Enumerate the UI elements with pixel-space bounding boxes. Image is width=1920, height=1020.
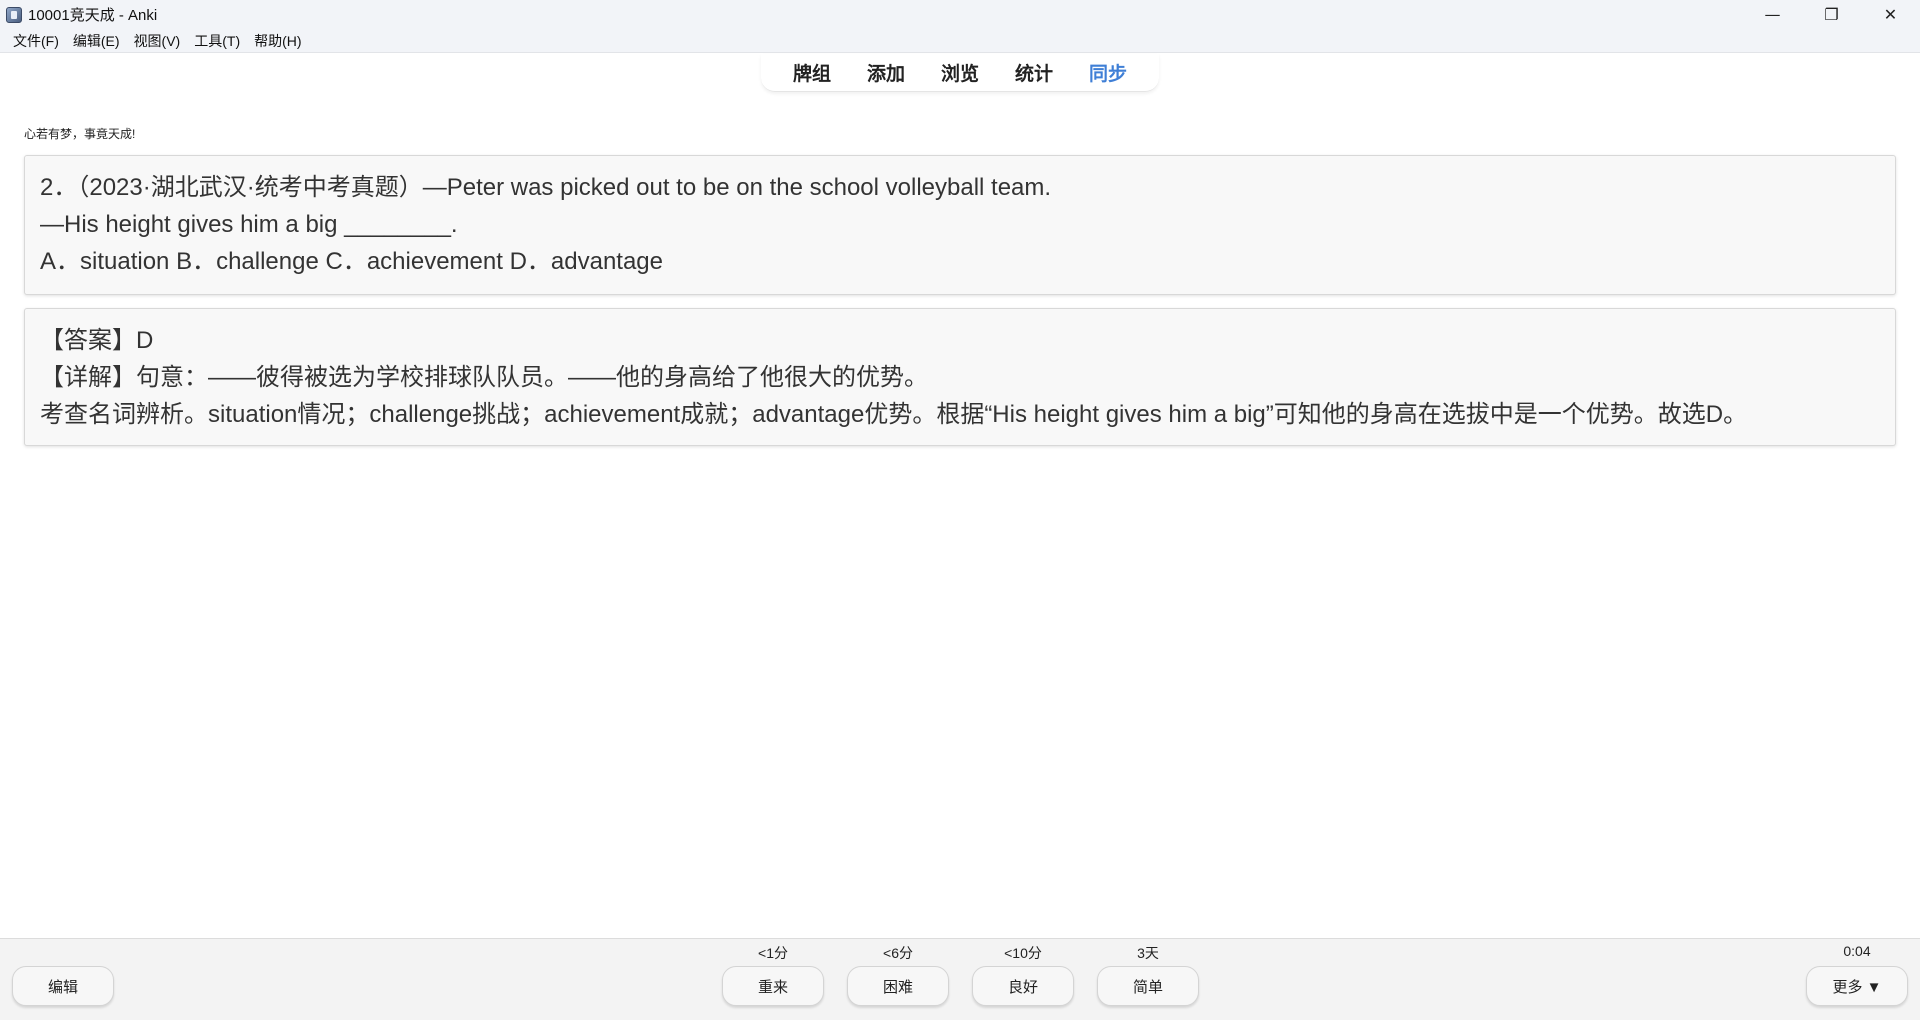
nav-browse[interactable]: 浏览: [923, 59, 997, 86]
answer-line: 【详解】句意：——彼得被选为学校排球队队员。——他的身高给了他很大的优势。: [40, 364, 928, 391]
hard-interval: <6分: [883, 945, 913, 961]
answer-line: 【答案】D: [40, 327, 154, 354]
toolbar-nav: 牌组 添加 浏览 统计 同步: [760, 54, 1160, 92]
window-controls: — ❐ ✕: [1743, 0, 1920, 29]
menu-file[interactable]: 文件(F): [6, 31, 66, 51]
question-line: —His height gives him a big ________.: [40, 211, 458, 238]
menu-help[interactable]: 帮助(H): [247, 31, 308, 51]
review-timer: 0:04: [1843, 943, 1871, 959]
nav-decks[interactable]: 牌组: [775, 59, 849, 86]
review-bottom-bar: 编辑 <1分 重来 <6分 困难 <10分 良好 3天 简单 0:04 更多 ▼: [0, 938, 1920, 1020]
question-line: 2．（2023·湖北武汉·统考中考真题）—Peter was picked ou…: [40, 174, 1052, 201]
menu-view[interactable]: 视图(V): [127, 31, 188, 51]
again-interval: <1分: [758, 945, 788, 961]
easy-button[interactable]: 简单: [1097, 966, 1199, 1006]
hard-button[interactable]: 困难: [847, 966, 949, 1006]
menu-tools[interactable]: 工具(T): [187, 31, 247, 51]
title-bar: 10001竞天成 - Anki — ❐ ✕: [0, 0, 1920, 29]
menu-edit[interactable]: 编辑(E): [66, 31, 127, 51]
window-title: 10001竞天成 - Anki: [28, 7, 158, 24]
restore-button[interactable]: ❐: [1802, 0, 1861, 29]
nav-sync[interactable]: 同步: [1071, 59, 1145, 86]
good-button[interactable]: 良好: [972, 966, 1074, 1006]
easy-interval: 3天: [1137, 945, 1159, 961]
question-card: 2．（2023·湖北武汉·统考中考真题）—Peter was picked ou…: [24, 155, 1896, 295]
deck-description: 心若有梦，事竟天成!: [24, 127, 136, 141]
nav-stats[interactable]: 统计: [997, 59, 1071, 86]
close-button[interactable]: ✕: [1861, 0, 1920, 29]
nav-add[interactable]: 添加: [849, 59, 923, 86]
edit-button[interactable]: 编辑: [12, 966, 114, 1006]
menu-bar: 文件(F) 编辑(E) 视图(V) 工具(T) 帮助(H): [0, 29, 1920, 53]
minimize-button[interactable]: —: [1743, 0, 1802, 29]
more-button[interactable]: 更多 ▼: [1806, 966, 1908, 1006]
anki-app-icon: [6, 6, 22, 23]
question-line: A．situation B．challenge C．achievement D．…: [40, 248, 664, 275]
good-interval: <10分: [1004, 945, 1042, 961]
again-button[interactable]: 重来: [722, 966, 824, 1006]
answer-card: 【答案】D 【详解】句意：——彼得被选为学校排球队队员。——他的身高给了他很大的…: [24, 308, 1896, 446]
answer-line: 考查名词辨析。situation情况；challenge挑战；achieveme…: [40, 401, 1748, 428]
top-toolbar: 牌组 添加 浏览 统计 同步: [0, 54, 1920, 96]
